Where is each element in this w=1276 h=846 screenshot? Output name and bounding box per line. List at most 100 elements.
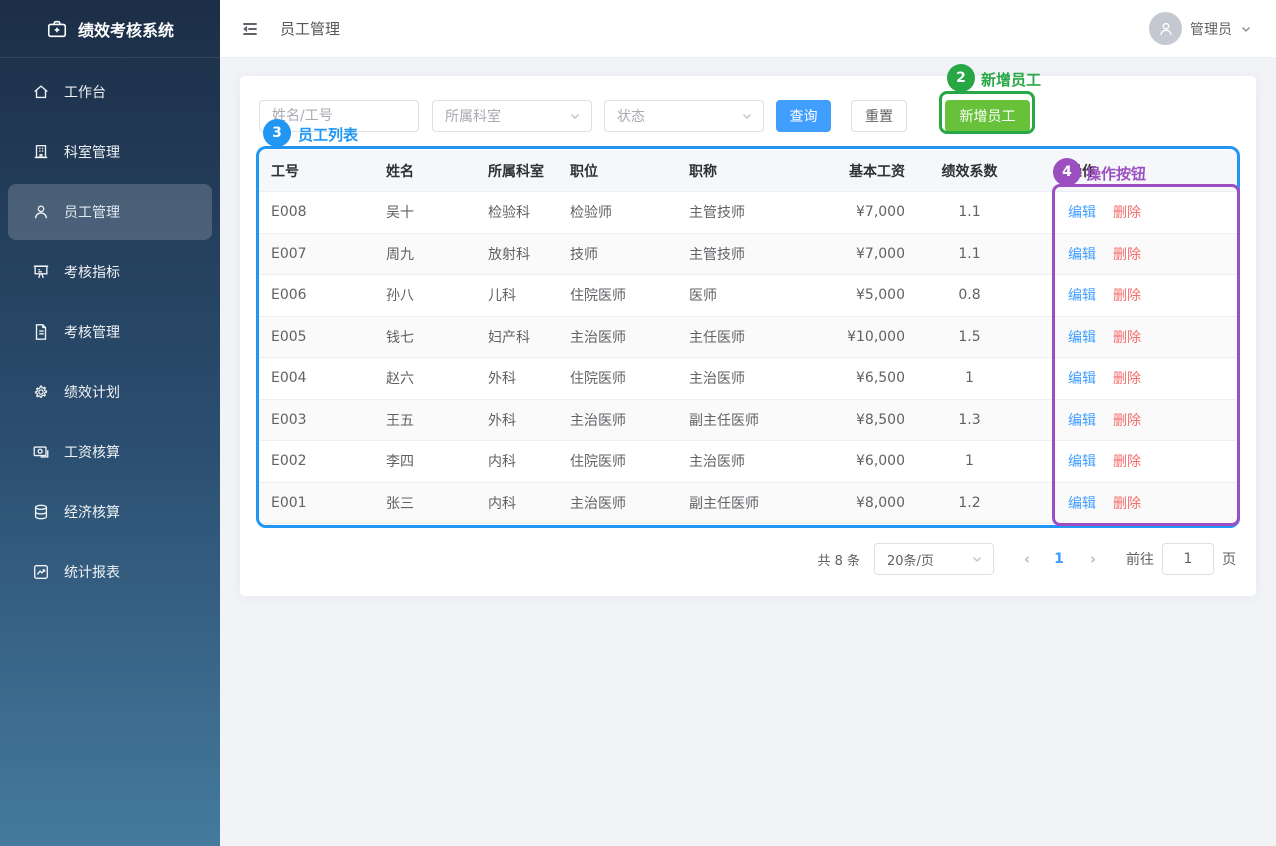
sidebar-item-label: 统计报表 [64, 562, 120, 582]
table-cell: 1.2 [917, 495, 1022, 511]
delete-link[interactable]: 删除 [1113, 205, 1141, 221]
table-cell: 主管技师 [677, 202, 797, 222]
edit-link[interactable]: 编辑 [1068, 247, 1096, 263]
username: 管理员 [1190, 19, 1232, 39]
table-cell: 主治医师 [677, 451, 797, 471]
prev-page-button[interactable]: ‹ [1016, 550, 1038, 568]
edit-link[interactable]: 编辑 [1068, 371, 1096, 387]
sidebar-item-economy[interactable]: 经济核算 [8, 484, 212, 540]
delete-link[interactable]: 删除 [1113, 371, 1141, 387]
table-cell: 主治医师 [558, 410, 677, 430]
table-cell: E005 [259, 329, 374, 345]
table-cell: 0.8 [917, 287, 1022, 303]
status-select-value: 状态 [617, 106, 645, 126]
user-icon [32, 203, 50, 221]
table-cell: 副主任医师 [677, 493, 797, 513]
table-cell: ¥6,000 [797, 453, 917, 469]
column-header: 工号 [259, 161, 374, 181]
table-cell: 赵六 [374, 368, 476, 388]
main-content: 所属科室 状态 查询 重置 新增员工 工号姓名所属科室职位职称基本工资绩效系数操… [220, 58, 1276, 846]
table-cell: 妇产科 [476, 327, 558, 347]
edit-link[interactable]: 编辑 [1068, 413, 1096, 429]
edit-link[interactable]: 编辑 [1068, 205, 1096, 221]
sidebar-item-workbench[interactable]: 工作台 [8, 64, 212, 120]
delete-link[interactable]: 删除 [1113, 413, 1141, 429]
employee-table: 工号姓名所属科室职位职称基本工资绩效系数操作E008吴十检验科检验师主管技师¥7… [259, 150, 1240, 524]
actions-cell: 编辑 删除 [1022, 202, 1240, 222]
next-page-button[interactable]: › [1082, 550, 1104, 568]
table-cell: 检验师 [558, 202, 677, 222]
table-cell: E004 [259, 370, 374, 386]
table-cell: 主治医师 [558, 493, 677, 513]
table-cell: ¥10,000 [797, 329, 917, 345]
user-menu[interactable]: 管理员 [1149, 12, 1252, 45]
avatar [1149, 12, 1182, 45]
page-number-1[interactable]: 1 [1048, 551, 1070, 567]
sidebar-item-indicators[interactable]: 考核指标 [8, 244, 212, 300]
gear-icon [32, 383, 50, 401]
app-title: 绩效考核系统 [78, 17, 174, 41]
reset-button[interactable]: 重置 [851, 100, 907, 132]
employee-card: 所属科室 状态 查询 重置 新增员工 工号姓名所属科室职位职称基本工资绩效系数操… [240, 76, 1256, 596]
sidebar-item-label: 绩效计划 [64, 382, 120, 402]
table-cell: 住院医师 [558, 285, 677, 305]
delete-link[interactable]: 删除 [1113, 454, 1141, 470]
column-header: 基本工资 [797, 161, 917, 181]
status-select[interactable]: 状态 [604, 100, 764, 132]
table-cell: ¥7,000 [797, 204, 917, 220]
table-cell: 放射科 [476, 244, 558, 264]
edit-link[interactable]: 编辑 [1068, 454, 1096, 470]
sidebar-item-employees[interactable]: 员工管理 [8, 184, 212, 240]
actions-cell: 编辑 删除 [1022, 410, 1240, 430]
table-cell: 周九 [374, 244, 476, 264]
table-cell: 副主任医师 [677, 410, 797, 430]
table-cell: 技师 [558, 244, 677, 264]
search-button[interactable]: 查询 [776, 100, 831, 132]
sidebar-item-assessments[interactable]: 考核管理 [8, 304, 212, 360]
edit-link[interactable]: 编辑 [1068, 288, 1096, 304]
sidebar-item-salary[interactable]: 工资核算 [8, 424, 212, 480]
table-cell: 主管技师 [677, 244, 797, 264]
delete-link[interactable]: 删除 [1113, 247, 1141, 263]
table-row: E002李四内科住院医师主治医师¥6,0001编辑删除 [259, 441, 1240, 483]
add-employee-button[interactable]: 新增员工 [945, 100, 1030, 132]
page-size-select[interactable]: 20条/页 [874, 543, 994, 575]
pagination: 共 8 条 20条/页 ‹ 1 › 前往 页 [817, 543, 1236, 575]
money-icon [32, 443, 50, 461]
delete-link[interactable]: 删除 [1113, 496, 1141, 512]
table-cell: 医师 [677, 285, 797, 305]
department-select[interactable]: 所属科室 [432, 100, 592, 132]
edit-link[interactable]: 编辑 [1068, 496, 1096, 512]
table-cell: 外科 [476, 368, 558, 388]
actions-cell: 编辑 删除 [1022, 244, 1240, 264]
table-cell: E002 [259, 453, 374, 469]
trend-chart-icon [32, 563, 50, 581]
sidebar-item-reports[interactable]: 统计报表 [8, 544, 212, 600]
table-row: E001张三内科主治医师副主任医师¥8,0001.2编辑删除 [259, 483, 1240, 525]
sidebar-item-plans[interactable]: 绩效计划 [8, 364, 212, 420]
pagination-total: 共 8 条 [817, 550, 860, 569]
sidebar-fold-icon[interactable] [240, 19, 260, 39]
chevron-down-icon [971, 553, 983, 565]
sidebar-item-label: 科室管理 [64, 142, 120, 162]
table-header-row: 工号姓名所属科室职位职称基本工资绩效系数操作 [259, 150, 1240, 192]
keyword-input[interactable] [259, 100, 419, 132]
sidebar-item-departments[interactable]: 科室管理 [8, 124, 212, 180]
table-cell: 外科 [476, 410, 558, 430]
delete-link[interactable]: 删除 [1113, 330, 1141, 346]
table-cell: E003 [259, 412, 374, 428]
table-cell: 住院医师 [558, 451, 677, 471]
table-row: E003王五外科主治医师副主任医师¥8,5001.3编辑删除 [259, 400, 1240, 442]
table-cell: 1.5 [917, 329, 1022, 345]
sidebar: 绩效考核系统 工作台 科室管理 员工管理 考核指标 [0, 0, 220, 846]
table-cell: E001 [259, 495, 374, 511]
goto-page-input[interactable] [1162, 543, 1214, 575]
table-row: E004赵六外科住院医师主治医师¥6,5001编辑删除 [259, 358, 1240, 400]
table-cell: 儿科 [476, 285, 558, 305]
delete-link[interactable]: 删除 [1113, 288, 1141, 304]
table-cell: 1.3 [917, 412, 1022, 428]
actions-cell: 编辑 删除 [1022, 327, 1240, 347]
edit-link[interactable]: 编辑 [1068, 330, 1096, 346]
table-cell: 李四 [374, 451, 476, 471]
table-cell: 住院医师 [558, 368, 677, 388]
